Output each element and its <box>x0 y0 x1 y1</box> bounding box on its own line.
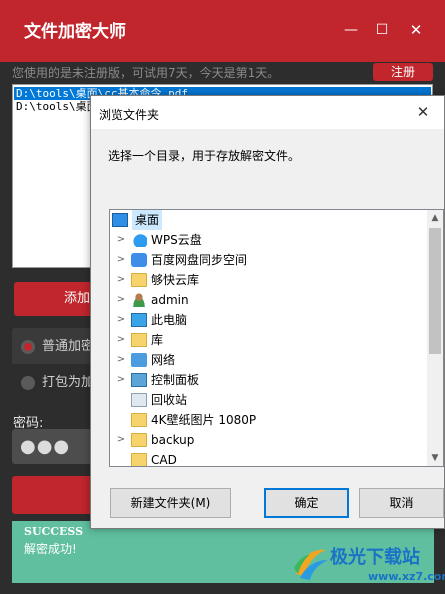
tree-item-label: 控制面板 <box>151 373 200 387</box>
tree-item-label: backup <box>151 433 195 447</box>
recycle-bin-icon <box>131 393 147 407</box>
tree-item-desktop[interactable]: 桌面 <box>110 210 428 230</box>
chevron-right-icon[interactable]: > <box>116 430 126 450</box>
maximize-button[interactable]: ☐ <box>372 20 392 40</box>
scroll-up-icon[interactable]: ▲ <box>427 210 443 226</box>
chevron-right-icon[interactable]: > <box>116 350 126 370</box>
tree-item-label: 桌面 <box>132 210 163 230</box>
watermark-text: 极光下载站 <box>330 547 420 568</box>
radio-label: 普通加密 <box>42 339 95 354</box>
tree-item-library[interactable]: > 库 <box>110 330 428 350</box>
ok-button[interactable]: 确定 <box>264 488 349 518</box>
scroll-down-icon[interactable]: ▼ <box>427 450 443 466</box>
scrollbar-thumb[interactable] <box>429 228 441 354</box>
tree-item-label: 百度网盘同步空间 <box>151 253 248 267</box>
dialog-close-button[interactable]: ✕ <box>411 102 435 122</box>
tree-item-this-pc[interactable]: > 此电脑 <box>110 310 428 330</box>
user-icon <box>131 293 147 307</box>
chevron-right-icon[interactable]: > <box>116 250 126 270</box>
tree-item-control-panel[interactable]: > 控制面板 <box>110 370 428 390</box>
folder-icon <box>131 453 147 466</box>
cloud-icon <box>131 233 147 247</box>
tree-item-4k-wallpaper[interactable]: 4K壁纸图片 1080P <box>110 410 428 430</box>
tree-item-label: WPS云盘 <box>151 233 202 247</box>
tree-item-network[interactable]: > 网络 <box>110 350 428 370</box>
dialog-title-bar: 浏览文件夹 ✕ <box>91 96 444 129</box>
cancel-button[interactable]: 取消 <box>359 488 444 518</box>
browse-folder-dialog: 浏览文件夹 ✕ 选择一个目录，用于存放解密文件。 桌面 > WPS云盘 > 百度… <box>90 95 445 529</box>
tree-item-label: CAD <box>151 453 177 467</box>
tree-item-label: 网络 <box>151 353 176 367</box>
radio-label: 打包为加 <box>42 375 95 390</box>
library-icon <box>131 333 147 347</box>
tree-item-baidu-sync[interactable]: > 百度网盘同步空间 <box>110 250 428 270</box>
radio-checked-icon <box>21 340 35 354</box>
tree-item-backup[interactable]: > backup <box>110 430 428 450</box>
folder-icon <box>131 273 147 287</box>
tree-item-label: 够快云库 <box>151 273 200 287</box>
network-icon <box>131 353 147 367</box>
chevron-right-icon[interactable]: > <box>116 270 126 290</box>
app-title: 文件加密大师 <box>24 22 126 42</box>
folder-tree[interactable]: 桌面 > WPS云盘 > 百度网盘同步空间 > 够快云库 > admin > 此… <box>109 209 444 467</box>
chevron-right-icon[interactable]: > <box>116 370 126 390</box>
register-button[interactable]: 注册 <box>373 63 433 81</box>
tree-item-gokuai[interactable]: > 够快云库 <box>110 270 428 290</box>
folder-icon <box>131 433 147 447</box>
chevron-right-icon[interactable]: > <box>116 290 126 310</box>
tree-item-label: 此电脑 <box>151 313 188 327</box>
desktop-icon <box>112 213 128 227</box>
new-folder-button[interactable]: 新建文件夹(M) <box>110 488 231 518</box>
close-button[interactable]: ✕ <box>406 20 426 40</box>
folder-icon <box>131 413 147 427</box>
tree-item-label: 4K壁纸图片 1080P <box>151 413 257 427</box>
tree-item-label: admin <box>151 293 189 307</box>
radio-unchecked-icon <box>21 376 35 390</box>
baidu-netdisk-icon <box>131 253 147 267</box>
tree-scrollbar[interactable]: ▲ ▼ <box>427 210 443 466</box>
chevron-right-icon[interactable]: > <box>116 230 126 250</box>
watermark: 极光下载站 www.xz7.com <box>290 540 445 590</box>
minimize-button[interactable]: — <box>341 20 361 40</box>
trial-notice: 您使用的是未注册版，可试用7天，今天是第1天。 <box>12 66 280 80</box>
control-panel-icon <box>131 373 147 387</box>
chevron-right-icon[interactable]: > <box>116 310 126 330</box>
aurora-logo-icon <box>294 549 328 580</box>
dialog-title: 浏览文件夹 <box>99 108 160 122</box>
tree-item-label: 回收站 <box>151 393 188 407</box>
tree-item-label: 库 <box>151 333 164 347</box>
title-bar: 文件加密大师 — ☐ ✕ <box>0 0 445 62</box>
watermark-url: www.xz7.com <box>368 570 445 583</box>
tree-item-admin[interactable]: > admin <box>110 290 428 310</box>
tree-item-wps-cloud[interactable]: > WPS云盘 <box>110 230 428 250</box>
tree-item-recycle-bin[interactable]: 回收站 <box>110 390 428 410</box>
dialog-description: 选择一个目录，用于存放解密文件。 <box>108 149 301 163</box>
computer-icon <box>131 313 147 327</box>
tree-item-cad[interactable]: CAD <box>110 450 428 467</box>
chevron-right-icon[interactable]: > <box>116 330 126 350</box>
